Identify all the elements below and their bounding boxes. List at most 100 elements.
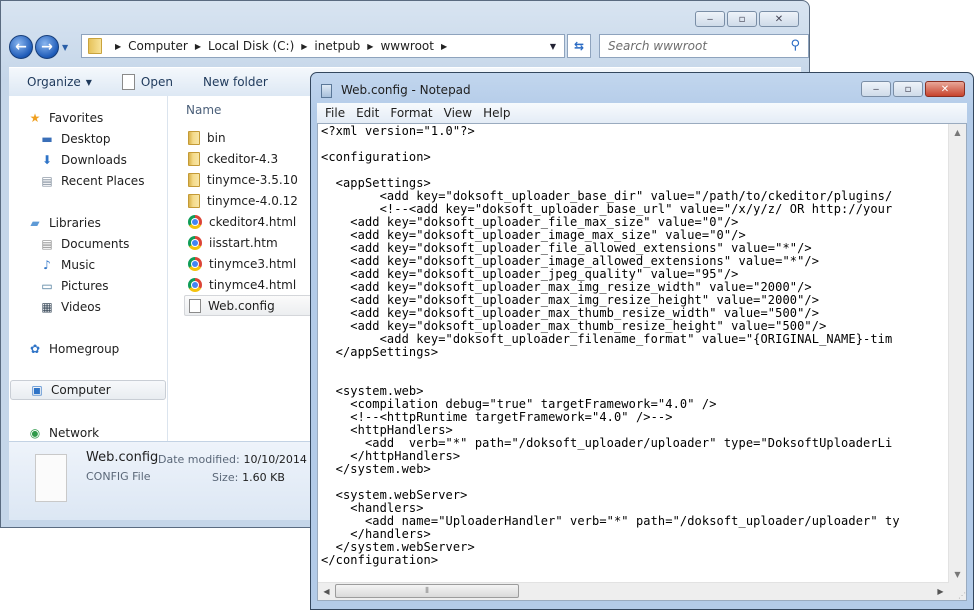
breadcrumb-separator[interactable]: ▶ (367, 42, 373, 51)
favorites-icon: ★ (29, 111, 41, 125)
new-folder-button[interactable]: New folder (203, 75, 268, 89)
breadcrumb-inetpub[interactable]: inetpub (314, 39, 360, 53)
folder-icon (88, 38, 102, 54)
sidebar-item-desktop[interactable]: ▬ Desktop (9, 129, 165, 149)
music-icon: ♪ (43, 258, 51, 272)
file-list-item[interactable]: iisstart.htm (184, 232, 314, 253)
menu-file[interactable]: File (325, 106, 345, 120)
scroll-right-icon[interactable]: ▶ (932, 583, 949, 600)
sidebar-item-label: Recent Places (61, 174, 145, 188)
forward-button[interactable]: → (35, 35, 59, 59)
file-list-item[interactable]: tinymce3.html (184, 253, 314, 274)
code-line: </appSettings> (321, 345, 439, 359)
text-editor[interactable]: <?xml version="1.0"?> <configuration> <ap… (317, 123, 967, 601)
scroll-down-icon[interactable]: ▼ (949, 566, 966, 583)
sidebar-item-libraries[interactable]: ▰ Libraries (9, 213, 165, 233)
column-header-name[interactable]: Name (186, 103, 221, 117)
file-list-item[interactable]: ckeditor-4.3 (184, 148, 314, 169)
documents-icon: ▤ (41, 237, 53, 251)
address-dropdown-icon[interactable]: ▼ (550, 42, 556, 51)
notepad-caption-buttons: ‒ ▫ ✕ (861, 81, 965, 97)
sidebar-item-downloads[interactable]: ⬇ Downloads (9, 150, 165, 170)
menu-bar: File Edit Format View Help (317, 103, 967, 123)
code-line: <configuration> (321, 150, 431, 164)
file-name: Web.config (208, 298, 275, 313)
sidebar-item-music[interactable]: ♪ Music (9, 255, 165, 275)
scroll-up-icon[interactable]: ▲ (949, 124, 966, 141)
sidebar-item-favorites[interactable]: ★ Favorites (9, 108, 165, 128)
search-input[interactable]: Search wwwroot ⚲ (599, 34, 809, 58)
folder-icon (188, 172, 200, 187)
notepad-maximize-button[interactable]: ▫ (893, 81, 923, 97)
file-name: bin (207, 130, 226, 145)
code-line: <?xml version="1.0"?> (321, 125, 475, 138)
file-list-item[interactable]: tinymce4.html (184, 274, 314, 295)
breadcrumb-wwwroot[interactable]: wwwroot (380, 39, 434, 53)
chrome-html-icon (188, 235, 202, 250)
sidebar-item-label: Network (49, 426, 100, 440)
explorer-close-button[interactable]: ✕ (759, 11, 799, 27)
file-list-item[interactable]: bin (184, 127, 314, 148)
notepad-title: Web.config - Notepad (341, 83, 471, 97)
explorer-maximize-button[interactable]: ▫ (727, 11, 757, 27)
breadcrumb-separator[interactable]: ▶ (195, 42, 201, 51)
menu-view[interactable]: View (444, 106, 472, 120)
chrome-html-icon (188, 214, 202, 229)
file-list-item[interactable]: tinymce-3.5.10 (184, 169, 314, 190)
menu-format[interactable]: Format (390, 106, 432, 120)
sidebar-item-homegroup[interactable]: ✿ Homegroup (9, 339, 165, 359)
search-placeholder: Search wwwroot (608, 39, 708, 53)
vertical-scrollbar[interactable]: ▲ ▼ (948, 124, 966, 583)
file-list-item[interactable]: ckeditor4.html (184, 211, 314, 232)
breadcrumb-local-disk[interactable]: Local Disk (C:) (208, 39, 294, 53)
back-button[interactable]: ← (9, 35, 33, 59)
scroll-left-icon[interactable]: ◀ (318, 583, 335, 600)
sidebar-item-network[interactable]: ◉ Network (9, 423, 165, 443)
sidebar-item-label: Videos (61, 300, 101, 314)
navigation-pane: ★ Favorites ▬ Desktop ⬇ Downloads ▤ Recent Plac… (9, 96, 168, 441)
breadcrumb-separator[interactable]: ▶ (441, 42, 447, 51)
document-icon (189, 298, 201, 313)
breadcrumb-separator[interactable]: ▶ (301, 42, 307, 51)
file-list-item[interactable]: Web.config (184, 295, 314, 316)
file-name: tinymce-3.5.10 (207, 172, 298, 187)
menu-help[interactable]: Help (483, 106, 510, 120)
file-name: ckeditor4.html (209, 214, 297, 229)
forward-arrow-icon: → (41, 39, 53, 55)
menu-edit[interactable]: Edit (356, 106, 379, 120)
editor-content[interactable]: <?xml version="1.0"?> <configuration> <ap… (321, 125, 946, 582)
downloads-icon: ⬇ (41, 153, 53, 167)
resize-grip-icon[interactable]: ⋰ (949, 583, 966, 600)
address-bar[interactable]: ▶ Computer ▶ Local Disk (C:) ▶ inetpub ▶… (81, 34, 565, 58)
code-line: </system.web> (321, 462, 431, 476)
sidebar-item-documents[interactable]: ▤ Documents (9, 234, 165, 254)
file-list-item[interactable]: tinymce-4.0.12 (184, 190, 314, 211)
organize-button[interactable]: Organize ▼ (27, 75, 92, 89)
recent-pages-dropdown[interactable]: ▼ (62, 43, 68, 52)
notepad-minimize-button[interactable]: ‒ (861, 81, 891, 97)
details-size: Size: 1.60 KB (212, 470, 285, 484)
videos-icon: ▦ (41, 300, 53, 314)
sidebar-item-pictures[interactable]: ▭ Pictures (9, 276, 165, 296)
open-button[interactable]: Open (121, 74, 173, 90)
explorer-minimize-button[interactable]: ‒ (695, 11, 725, 27)
recent-places-icon: ▤ (41, 174, 53, 188)
chrome-html-icon (188, 256, 202, 271)
sidebar-item-label: Libraries (49, 216, 101, 230)
search-icon[interactable]: ⚲ (790, 38, 800, 53)
organize-label: Organize (27, 75, 81, 89)
breadcrumb-computer[interactable]: Computer (128, 39, 188, 53)
sidebar-item-computer[interactable]: ▣ Computer (10, 380, 166, 400)
sidebar-item-label: Pictures (61, 279, 109, 293)
horizontal-scrollbar[interactable]: ◀ ⦀ ▶ (318, 582, 949, 600)
breadcrumb-separator[interactable]: ▶ (115, 42, 121, 51)
refresh-button[interactable]: ⇆ (567, 34, 591, 58)
sidebar-item-videos[interactable]: ▦ Videos (9, 297, 165, 317)
horizontal-scroll-thumb[interactable]: ⦀ (335, 584, 519, 598)
notepad-close-button[interactable]: ✕ (925, 81, 965, 97)
chrome-html-icon (188, 277, 202, 292)
sidebar-item-label: Computer (51, 383, 111, 397)
sidebar-item-recent-places[interactable]: ▤ Recent Places (9, 171, 165, 191)
file-name: tinymce-4.0.12 (207, 193, 298, 208)
